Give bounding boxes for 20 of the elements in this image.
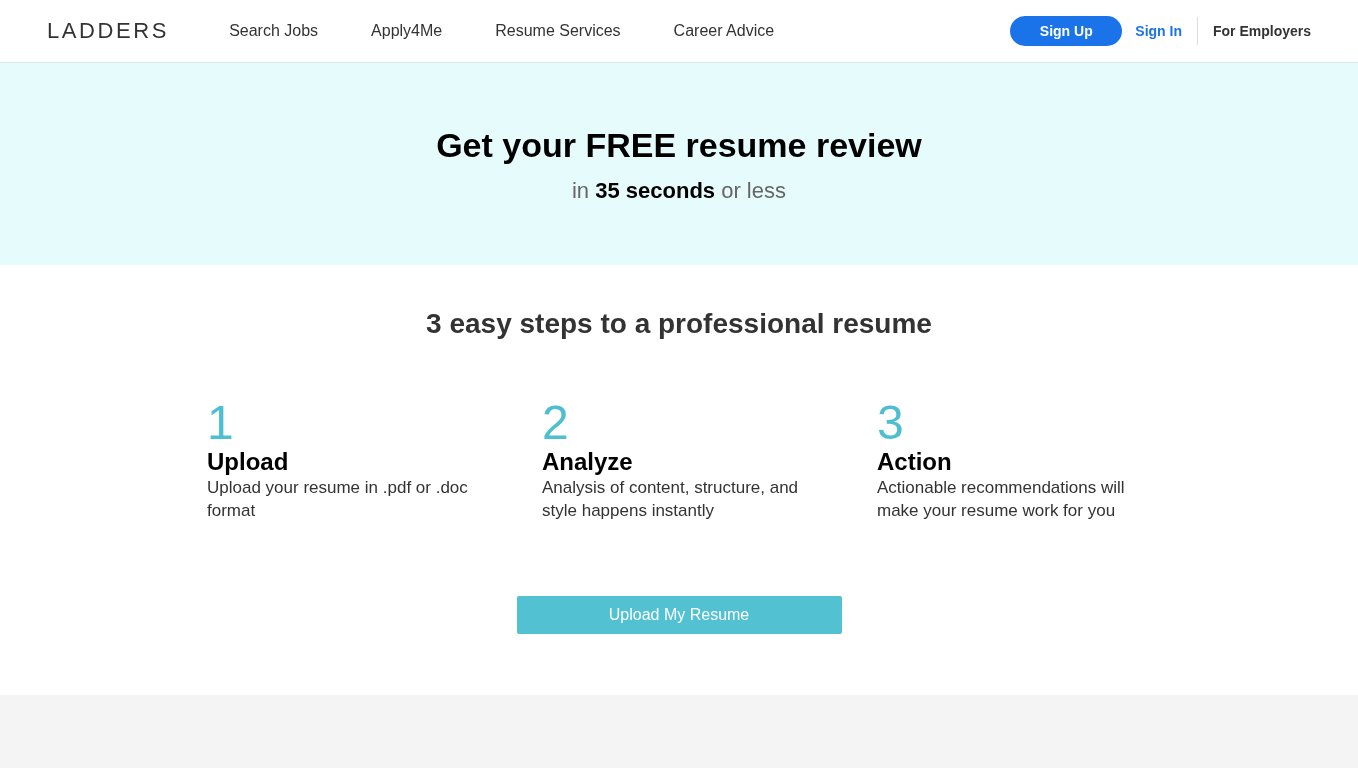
nav-link[interactable]: Search Jobs [229, 19, 319, 43]
for-employers-link[interactable]: For Employers [1212, 20, 1311, 42]
nav-link[interactable]: Apply4Me [371, 19, 443, 43]
site-logo[interactable]: LADDERS [47, 20, 170, 42]
hero-title: Get your FREE resume review [436, 125, 922, 166]
step-description: Actionable recommendations will make your resume work for you [877, 477, 1126, 522]
sign-up-button[interactable]: Sign Up [1010, 16, 1123, 46]
step-title: Analyze [542, 448, 633, 476]
step-number: 1 [207, 399, 234, 447]
step-number: 2 [542, 399, 569, 447]
step-title: Action [877, 448, 952, 476]
step-description: Analysis of content, structure, and style happens instantly [542, 477, 800, 522]
step-number: 3 [877, 399, 904, 447]
section-heading: 3 easy steps to a professional resume [426, 307, 932, 341]
step-description: Upload your resume in .pdf or .doc format [207, 477, 469, 522]
hero-subtitle: in 35 seconds or less [572, 177, 786, 205]
nav-link[interactable]: Career Advice [673, 19, 775, 43]
sign-in-link[interactable]: Sign In [1135, 20, 1182, 42]
nav-link[interactable]: Resume Services [495, 19, 621, 43]
step-title: Upload [207, 448, 289, 476]
